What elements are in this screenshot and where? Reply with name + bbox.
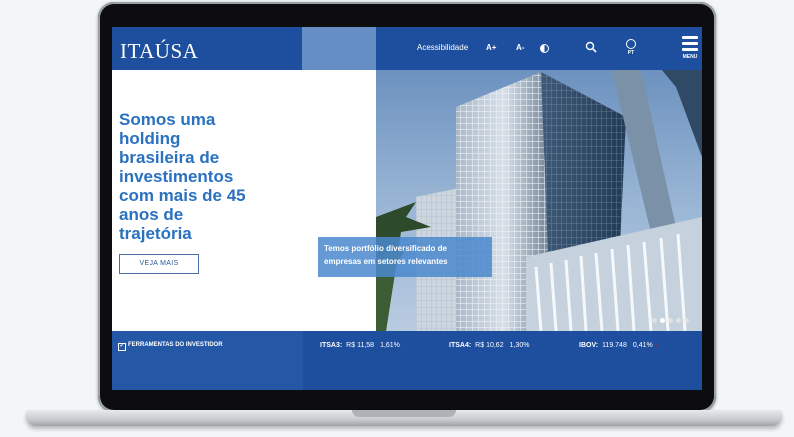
contrast-icon[interactable] bbox=[540, 44, 549, 53]
carousel-dot-active[interactable] bbox=[660, 318, 665, 323]
down-arrow-icon: ↓ bbox=[531, 343, 535, 349]
site-header: ITAÚSA Acessibilidade A+ A- PT MENU bbox=[112, 27, 702, 70]
carousel-dot[interactable] bbox=[684, 318, 689, 323]
font-increase-button[interactable]: A+ bbox=[486, 43, 496, 52]
quote-value: R$ 11,58 bbox=[346, 342, 375, 349]
investor-tools-label: FERRAMENTAS DO INVESTIDOR bbox=[128, 342, 223, 348]
menu-label: MENU bbox=[682, 54, 698, 60]
investor-ticker-bar: ✓ FERRAMENTAS DO INVESTIDOR ITSA3: R$ 11,5… bbox=[112, 331, 702, 390]
hero-text-panel: Somos uma holding brasileira de investim… bbox=[112, 70, 376, 331]
laptop-notch bbox=[352, 410, 456, 417]
language-label: PT bbox=[627, 50, 635, 56]
veja-mais-button[interactable]: VEJA MAIS bbox=[119, 254, 199, 274]
header-highlight bbox=[302, 27, 376, 70]
down-arrow-icon: ↓ bbox=[401, 343, 405, 349]
quote-ibov: IBOV: 119.748 0,41% ↓ bbox=[579, 342, 658, 349]
quote-itsa4: ITSA4: R$ 10,62 1,30% ↓ bbox=[449, 342, 534, 349]
search-icon[interactable] bbox=[585, 41, 597, 53]
font-decrease-button[interactable]: A- bbox=[516, 43, 524, 52]
quote-symbol: ITSA3: bbox=[320, 342, 343, 349]
quote-symbol: ITSA4: bbox=[449, 342, 472, 349]
hero-caption: Temos portfólio diversificado de empresa… bbox=[318, 237, 492, 277]
investor-tools-link[interactable]: ✓ FERRAMENTAS DO INVESTIDOR bbox=[118, 342, 223, 351]
quote-value: R$ 10,62 bbox=[475, 342, 504, 349]
carousel-dot[interactable] bbox=[668, 318, 673, 323]
hamburger-icon bbox=[682, 36, 698, 39]
menu-button[interactable]: MENU bbox=[680, 36, 700, 60]
quote-itsa3: ITSA3: R$ 11,58 1,61% ↓ bbox=[320, 342, 405, 349]
down-arrow-icon: ↓ bbox=[654, 343, 658, 349]
carousel-dot[interactable] bbox=[676, 318, 681, 323]
quote-change: 1,30% bbox=[509, 342, 530, 349]
checkbox-icon: ✓ bbox=[118, 343, 126, 351]
ticker-left-panel bbox=[112, 331, 303, 390]
hero-building-image bbox=[376, 27, 702, 331]
quote-symbol: IBOV: bbox=[579, 342, 599, 349]
hero-title: Somos uma holding brasileira de investim… bbox=[119, 110, 246, 243]
carousel-dot[interactable] bbox=[652, 318, 657, 323]
website-screen: Somos uma holding brasileira de investim… bbox=[112, 27, 702, 390]
accessibility-link[interactable]: Acessibilidade bbox=[417, 43, 468, 52]
building-photo bbox=[376, 27, 702, 331]
carousel-dots bbox=[652, 310, 692, 323]
quote-change: 1,61% bbox=[380, 342, 400, 349]
quote-change: 0,41% bbox=[632, 342, 653, 349]
globe-icon bbox=[626, 39, 636, 49]
itausa-logo[interactable]: ITAÚSA bbox=[120, 39, 198, 64]
quote-value: 119.748 bbox=[602, 342, 627, 349]
language-selector[interactable]: PT bbox=[624, 39, 638, 59]
